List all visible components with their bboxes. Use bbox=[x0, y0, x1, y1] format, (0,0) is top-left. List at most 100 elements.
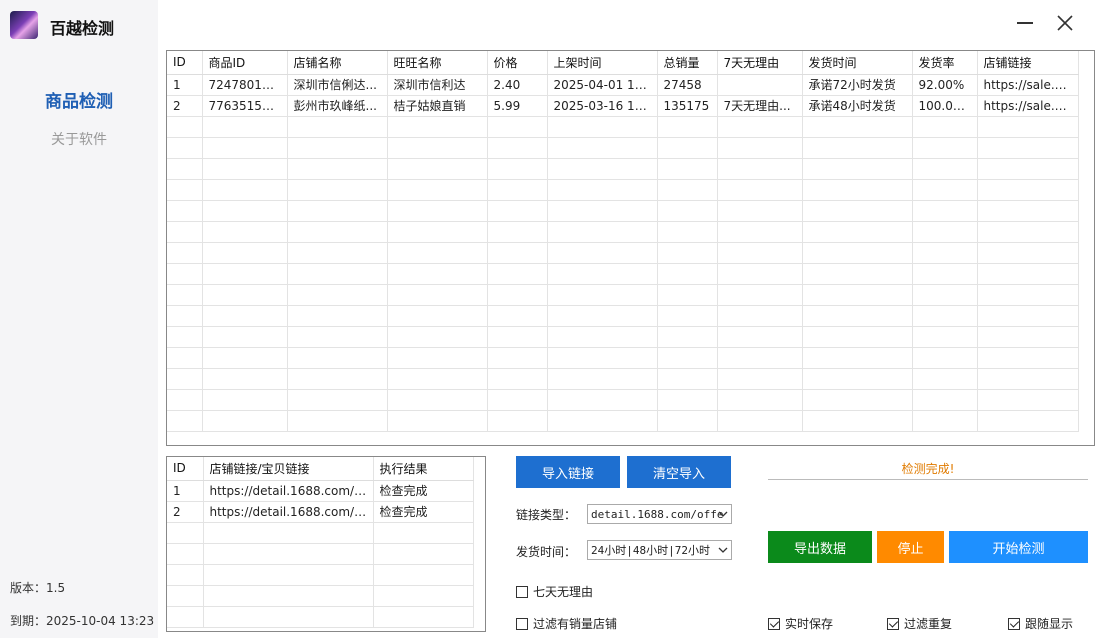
empty-cell bbox=[717, 368, 803, 390]
start-check-button[interactable]: 开始检测 bbox=[949, 531, 1088, 563]
filter-duplicate-checkbox[interactable]: 过滤重复 bbox=[887, 615, 952, 632]
column-header[interactable]: 店铺名称 bbox=[287, 51, 388, 75]
empty-cell bbox=[802, 242, 913, 264]
empty-cell bbox=[547, 221, 658, 243]
nav-item-about[interactable]: 关于软件 bbox=[0, 129, 158, 149]
empty-row bbox=[167, 410, 1079, 432]
column-header[interactable]: 上架时间 bbox=[547, 51, 658, 75]
seven-day-checkbox[interactable]: 七天无理由 bbox=[516, 583, 593, 600]
import-links-button[interactable]: 导入链接 bbox=[516, 456, 620, 488]
filter-sales-checkbox[interactable]: 过滤有销量店铺 bbox=[516, 615, 617, 632]
empty-cell bbox=[802, 410, 913, 432]
empty-cell bbox=[387, 326, 488, 348]
empty-cell bbox=[912, 158, 978, 180]
column-header[interactable]: 商品ID bbox=[202, 51, 288, 75]
empty-cell bbox=[717, 137, 803, 159]
empty-cell bbox=[373, 606, 474, 628]
checkbox-box bbox=[516, 585, 528, 598]
table-row[interactable]: 2 776351599... 彭州市玖峰纸... 桔子姑娘直销 5.99 2025-03-… bbox=[167, 95, 1079, 117]
empty-cell bbox=[387, 116, 488, 138]
empty-cell bbox=[167, 242, 203, 264]
empty-cell bbox=[287, 347, 388, 369]
empty-cell bbox=[287, 389, 388, 411]
empty-cell bbox=[657, 284, 718, 306]
column-header[interactable]: ID bbox=[167, 51, 203, 75]
table-cell: 桔子姑娘直销 bbox=[387, 95, 488, 117]
empty-cell bbox=[387, 158, 488, 180]
empty-row bbox=[167, 263, 1079, 285]
column-header[interactable]: 总销量 bbox=[657, 51, 718, 75]
empty-cell bbox=[912, 368, 978, 390]
column-header[interactable]: 店铺链接 bbox=[977, 51, 1079, 75]
table-cell: 1 bbox=[167, 480, 204, 502]
minimize-button[interactable] bbox=[1012, 10, 1038, 36]
empty-cell bbox=[547, 158, 658, 180]
table-cell: 27458 bbox=[657, 74, 718, 96]
empty-row bbox=[167, 242, 1079, 264]
column-header[interactable]: 价格 bbox=[487, 51, 548, 75]
empty-cell bbox=[167, 585, 204, 607]
empty-cell bbox=[202, 326, 288, 348]
ship-time-select[interactable]: 24小时|48小时|72小时 bbox=[587, 540, 732, 560]
empty-cell bbox=[487, 158, 548, 180]
empty-row bbox=[167, 606, 474, 628]
table-row[interactable]: 2 https://detail.1688.com/o... 检查完成 bbox=[167, 501, 474, 523]
close-button[interactable] bbox=[1052, 10, 1078, 36]
link-type-select[interactable]: detail.1688.com/offe bbox=[587, 504, 732, 524]
clear-import-button[interactable]: 清空导入 bbox=[627, 456, 731, 488]
nav-item-product-check[interactable]: 商品检测 bbox=[0, 87, 158, 112]
empty-cell bbox=[912, 116, 978, 138]
links-table[interactable]: ID 店铺链接/宝贝链接 执行结果 1 https://detail.1688.com… bbox=[166, 456, 486, 632]
realtime-save-checkbox[interactable]: 实时保存 bbox=[768, 615, 833, 632]
column-header[interactable]: 7天无理由 bbox=[717, 51, 803, 75]
empty-cell bbox=[167, 179, 203, 201]
empty-cell bbox=[487, 410, 548, 432]
empty-cell bbox=[487, 137, 548, 159]
empty-cell bbox=[912, 326, 978, 348]
empty-cell bbox=[657, 200, 718, 222]
column-header[interactable]: 发货率 bbox=[912, 51, 978, 75]
chevron-down-icon bbox=[718, 511, 728, 517]
empty-cell bbox=[373, 522, 474, 544]
empty-cell bbox=[387, 137, 488, 159]
table-cell: 5.99 bbox=[487, 95, 548, 117]
empty-cell bbox=[487, 179, 548, 201]
empty-cell bbox=[202, 200, 288, 222]
empty-cell bbox=[287, 368, 388, 390]
empty-cell bbox=[487, 389, 548, 411]
chevron-down-icon bbox=[718, 547, 728, 553]
empty-cell bbox=[202, 179, 288, 201]
stop-button[interactable]: 停止 bbox=[877, 531, 944, 563]
empty-cell bbox=[802, 158, 913, 180]
empty-cell bbox=[912, 221, 978, 243]
empty-cell bbox=[802, 137, 913, 159]
export-data-button[interactable]: 导出数据 bbox=[768, 531, 872, 563]
empty-cell bbox=[717, 179, 803, 201]
follow-display-checkbox[interactable]: 跟随显示 bbox=[1008, 615, 1073, 632]
empty-cell bbox=[977, 305, 1079, 327]
table-row[interactable]: 1 https://detail.1688.com/o... 检查完成 bbox=[167, 480, 474, 502]
empty-cell bbox=[802, 368, 913, 390]
table-cell: 1 bbox=[167, 74, 203, 96]
table-row[interactable]: 1 724780130... 深圳市信俐达... 深圳市信利达 2.40 2025-04-… bbox=[167, 74, 1079, 96]
empty-cell bbox=[977, 284, 1079, 306]
column-header[interactable]: ID bbox=[167, 457, 204, 481]
app-logo-icon bbox=[10, 11, 38, 39]
empty-cell bbox=[802, 326, 913, 348]
column-header[interactable]: 旺旺名称 bbox=[387, 51, 488, 75]
minimize-icon bbox=[1017, 22, 1033, 24]
empty-cell bbox=[547, 368, 658, 390]
empty-cell bbox=[287, 137, 388, 159]
checkbox-label: 实时保存 bbox=[785, 617, 834, 631]
checkbox-label: 跟随显示 bbox=[1025, 617, 1074, 631]
column-header[interactable]: 发货时间 bbox=[802, 51, 913, 75]
version-label: 版本：1.5 bbox=[10, 581, 66, 595]
table-cell: 2025-04-01 19:... bbox=[547, 74, 658, 96]
link-type-value: detail.1688.com/offe bbox=[591, 507, 724, 521]
column-header[interactable]: 执行结果 bbox=[373, 457, 474, 481]
link-type-label: 链接类型： bbox=[516, 508, 577, 522]
column-header[interactable]: 店铺链接/宝贝链接 bbox=[203, 457, 374, 481]
results-table[interactable]: ID 商品ID 店铺名称 旺旺名称 价格 上架时间 总销量 7天无理由 发货时间 发货率 店铺链接 … bbox=[166, 50, 1095, 446]
empty-cell bbox=[717, 263, 803, 285]
empty-cell bbox=[977, 116, 1079, 138]
